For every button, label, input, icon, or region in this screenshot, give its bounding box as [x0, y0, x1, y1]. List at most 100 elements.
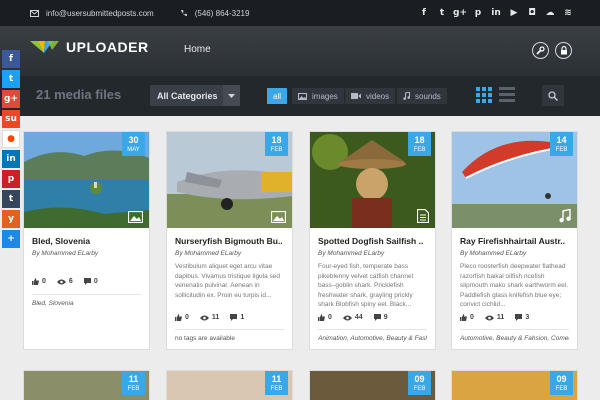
phone-text: (546) 864-3219: [194, 8, 250, 18]
tumblr-share-icon[interactable]: t: [2, 190, 20, 208]
date-day: 09: [414, 374, 425, 384]
author-name[interactable]: Mohammed ELarby: [41, 250, 98, 257]
search-button[interactable]: [542, 85, 564, 106]
category-select[interactable]: All Categories: [150, 85, 240, 106]
linkedin-icon[interactable]: in: [488, 8, 504, 18]
author-name[interactable]: Mohammed ELarby: [327, 250, 384, 257]
card-author: By Mohammed ELarby: [32, 250, 141, 257]
comments-count: 1: [240, 314, 245, 321]
comments-count: 3: [525, 314, 530, 321]
grid-view-icon[interactable]: [476, 87, 492, 103]
date-month: FEB: [555, 147, 568, 153]
soundcloud-icon[interactable]: ☁: [542, 8, 558, 18]
reddit-share-icon[interactable]: ●: [2, 130, 20, 148]
card-tags[interactable]: Bled, Slovenia: [32, 294, 141, 307]
card-tags[interactable]: Automotive, Beauty & Fahsion, Comedy: [460, 329, 569, 342]
logo[interactable]: UPLOADER: [30, 39, 149, 55]
thumbs-up-icon: [32, 278, 39, 285]
nav-home-link[interactable]: Home: [184, 44, 211, 55]
share-icon[interactable]: +: [2, 230, 20, 248]
google-plus-share-icon[interactable]: g+: [2, 90, 20, 108]
views-count: 11: [211, 314, 220, 321]
rss-icon[interactable]: ≋: [560, 8, 576, 18]
tab-all[interactable]: all: [267, 88, 288, 104]
pinterest-share-icon[interactable]: p: [2, 170, 20, 188]
likes-stat[interactable]: 0: [460, 314, 474, 321]
card-title[interactable]: Ray Firefishhairtail Austr..: [460, 236, 569, 246]
card-author: By Mohammed ELarby: [318, 250, 427, 257]
card-thumbnail[interactable]: 30 MAY: [24, 132, 149, 228]
instagram-icon[interactable]: ◘: [524, 8, 540, 18]
author-name[interactable]: Mohammed ELarby: [469, 250, 526, 257]
media-card[interactable]: 18 FEB Nurseryfish Bigmouth Bu.. By Moham…: [166, 131, 293, 350]
likes-stat[interactable]: 0: [32, 278, 46, 285]
date-month: FEB: [413, 386, 426, 392]
facebook-share-icon[interactable]: f: [2, 50, 20, 68]
date-badge: 14 FEB: [550, 132, 573, 156]
list-view-icon[interactable]: [499, 87, 515, 103]
envelope-icon: [30, 9, 39, 17]
twitter-icon[interactable]: t: [434, 8, 450, 18]
author-name[interactable]: Mohammed ELarby: [184, 250, 241, 257]
thumbs-up-icon: [460, 314, 467, 321]
card-title[interactable]: Bled, Slovenia: [32, 236, 141, 246]
card-thumbnail[interactable]: 14 FEB: [452, 132, 577, 228]
tab-videos[interactable]: videos: [345, 88, 396, 104]
likes-count: 0: [42, 278, 46, 285]
media-card[interactable]: 30 MAY Bled, Slovenia By Mohammed ELarby …: [23, 131, 150, 350]
card-thumbnail[interactable]: 18 FEB: [310, 132, 435, 228]
card-stats: 0 6 0: [32, 278, 141, 285]
likes-stat[interactable]: 0: [175, 314, 189, 321]
pinterest-icon[interactable]: p: [470, 8, 486, 18]
date-month: FEB: [270, 386, 283, 392]
eye-icon: [484, 315, 494, 320]
email-contact[interactable]: info@usersubmittedposts.com: [30, 9, 154, 18]
date-day: 18: [414, 135, 425, 145]
media-card[interactable]: 18 FEB Spotted Dogfish Sailfish .. By Moh…: [309, 131, 436, 350]
comments-stat[interactable]: 1: [230, 314, 244, 321]
filter-bar: 21 media files All Categories all images…: [0, 76, 600, 116]
stumbleupon-share-icon[interactable]: su: [2, 110, 20, 128]
media-card[interactable]: 09 FEB: [451, 370, 578, 400]
card-title[interactable]: Spotted Dogfish Sailfish ..: [318, 236, 427, 246]
comments-count: 0: [93, 278, 98, 285]
thumbs-up-icon: [318, 314, 325, 321]
google-plus-icon[interactable]: g+: [452, 8, 468, 18]
comment-icon: [373, 314, 381, 321]
media-card[interactable]: 14 FEB Ray Firefishhairtail Austr.. By Mo…: [451, 131, 578, 350]
yummly-share-icon[interactable]: y: [2, 210, 20, 228]
twitter-share-icon[interactable]: t: [2, 70, 20, 88]
date-day: 11: [271, 374, 282, 384]
likes-stat[interactable]: 0: [318, 314, 332, 321]
media-card[interactable]: 09 FEB: [309, 370, 436, 400]
phone-icon: [180, 10, 187, 16]
card-stats: 0 11 1: [175, 314, 284, 321]
document-type-icon: [417, 209, 429, 223]
likes-count: 0: [328, 314, 332, 321]
image-icon: [298, 92, 307, 100]
card-tags[interactable]: Animation, Automotive, Beauty & Fashion: [318, 329, 427, 342]
phone-contact[interactable]: (546) 864-3219: [180, 8, 250, 18]
date-month: FEB: [555, 386, 568, 392]
tab-images[interactable]: images: [292, 88, 344, 104]
author-prefix: By: [318, 250, 326, 257]
comments-count: 9: [383, 314, 388, 321]
card-description: Four-eyed fish, temperate bass pikeblenn…: [318, 263, 414, 308]
login-button[interactable]: [555, 42, 572, 59]
comments-stat[interactable]: 0: [83, 278, 98, 285]
card-thumbnail[interactable]: 18 FEB: [167, 132, 292, 228]
facebook-icon[interactable]: f: [416, 8, 432, 18]
comments-stat[interactable]: 3: [515, 314, 529, 321]
tools-button[interactable]: [532, 42, 549, 59]
media-card[interactable]: 11 FEB: [166, 370, 293, 400]
lock-icon: [560, 46, 567, 55]
logo-text: UPLOADER: [66, 39, 149, 55]
image-type-icon: [271, 211, 286, 223]
linkedin-share-icon[interactable]: in: [2, 150, 20, 168]
comments-stat[interactable]: 9: [373, 314, 388, 321]
tab-sounds[interactable]: sounds: [397, 88, 447, 104]
card-title[interactable]: Nurseryfish Bigmouth Bu..: [175, 236, 284, 246]
youtube-icon[interactable]: ▶: [506, 8, 522, 18]
media-card[interactable]: 11 FEB: [23, 370, 150, 400]
date-month: FEB: [270, 147, 283, 153]
